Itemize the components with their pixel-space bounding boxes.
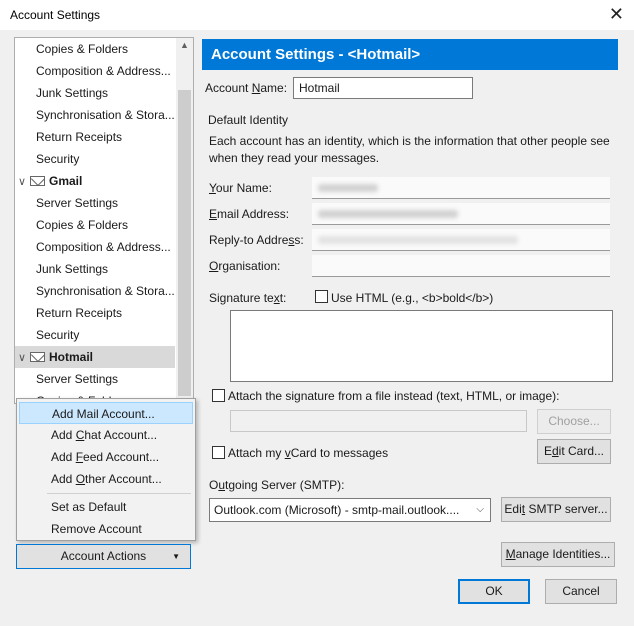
tree-item-label: Server Settings (36, 196, 119, 210)
default-identity-legend: Default Identity (208, 113, 289, 127)
tree-item[interactable]: Synchronisation & Stora... (15, 280, 175, 302)
account-actions-label: Account Actions (60, 549, 147, 563)
tree-item[interactable]: Return Receipts (15, 302, 175, 324)
menu-separator (47, 493, 191, 494)
organisation-label: Organisation: (209, 259, 281, 273)
tree-item[interactable]: Security (15, 148, 175, 170)
tree-item-label: Return Receipts (36, 130, 123, 144)
smtp-server-select[interactable]: Outlook.com (Microsoft) - smtp-mail.outl… (209, 498, 491, 522)
smtp-server-value: Outlook.com (Microsoft) - smtp-mail.outl… (214, 503, 460, 517)
tree-item-label: Gmail (49, 174, 83, 188)
chevron-down-icon[interactable]: ∨ (18, 347, 30, 368)
identity-description-line2: when they read your messages. (209, 151, 380, 165)
chevron-down-icon[interactable]: ∨ (18, 171, 30, 192)
tree-item[interactable]: Server Settings (15, 192, 175, 214)
tree-item-label: Hotmail (49, 350, 94, 364)
use-html-label: Use HTML (e.g., <b>bold</b>) (331, 291, 494, 305)
tree-item[interactable]: Junk Settings (15, 258, 175, 280)
scroll-up-icon[interactable]: ▲ (176, 40, 193, 50)
account-actions-button[interactable]: Account Actions ▼ (16, 544, 191, 569)
menu-set-as-default[interactable]: Set as Default (19, 496, 193, 518)
tree-item-label: Synchronisation & Stora... (36, 284, 175, 298)
organisation-input[interactable] (312, 255, 610, 277)
tree-item-label: Junk Settings (36, 262, 109, 276)
tree-item[interactable]: Composition & Address... (15, 236, 175, 258)
account-name-label: Account Name: (205, 81, 288, 95)
tree-item-label: Security (36, 328, 80, 342)
tree-scrollbar[interactable]: ▲ (176, 38, 193, 403)
close-icon[interactable]: ✕ (609, 4, 624, 25)
tree-item[interactable]: Return Receipts (15, 126, 175, 148)
ok-button[interactable]: OK (458, 579, 530, 604)
tree-item-label: Security (36, 152, 80, 166)
tree-item-label: Copies & Folders (36, 42, 129, 56)
account-tree: Copies & Folders Composition & Address...… (14, 37, 194, 404)
tree-item-label: Return Receipts (36, 306, 123, 320)
title-bar: Account Settings ✕ (0, 0, 634, 30)
edit-card-button[interactable]: Edit Card... (537, 439, 611, 464)
tree-account-gmail[interactable]: ∨ Gmail (15, 170, 175, 192)
use-html-checkbox[interactable] (315, 290, 328, 303)
tree-item-label: Synchronisation & Stora... (36, 108, 175, 122)
tree-item[interactable]: Copies & Folders (15, 38, 175, 60)
tree-item-label: Copies & Folders (36, 218, 129, 232)
outgoing-server-label: Outgoing Server (SMTP): (209, 478, 345, 492)
tree-item-label: Composition & Address... (36, 240, 171, 254)
menu-add-chat-account[interactable]: Add Chat Account... (19, 424, 193, 446)
reply-to-label: Reply-to Address: (209, 233, 304, 247)
chevron-down-icon: ▼ (172, 552, 180, 561)
tree-item-label: Junk Settings (36, 86, 109, 100)
edit-smtp-server-button[interactable]: Edit SMTP server... (501, 497, 611, 522)
your-name-input[interactable] (312, 177, 610, 199)
attach-signature-label: Attach the signature from a file instead… (228, 389, 560, 403)
email-address-label: Email Address: (209, 207, 290, 221)
signature-file-input (230, 410, 527, 432)
tree-item[interactable]: Security (15, 324, 175, 346)
chevron-down-icon: ⌵ (476, 504, 484, 515)
account-name-input[interactable]: Hotmail (293, 77, 473, 99)
page-title: Account Settings - <Hotmail> (202, 39, 618, 70)
account-settings-window: Account Settings ✕ Copies & Folders Compo… (0, 0, 634, 626)
attach-vcard-checkbox[interactable] (212, 446, 225, 459)
your-name-label: Your Name: (209, 181, 272, 195)
tree-item[interactable]: Server Settings (15, 368, 175, 390)
tree-item[interactable]: Synchronisation & Stora... (15, 104, 175, 126)
menu-add-feed-account[interactable]: Add Feed Account... (19, 446, 193, 468)
identity-description-line1: Each account has an identity, which is t… (209, 134, 610, 148)
tree-account-hotmail[interactable]: ∨ Hotmail (15, 346, 175, 368)
cancel-button[interactable]: Cancel (545, 579, 617, 604)
email-address-input[interactable] (312, 203, 610, 225)
reply-to-input[interactable] (312, 229, 610, 251)
signature-textarea[interactable] (230, 310, 613, 382)
attach-vcard-label: Attach my vCard to messages (228, 446, 389, 460)
scroll-thumb[interactable] (178, 90, 191, 396)
menu-add-mail-account[interactable]: Add Mail Account... (19, 402, 193, 424)
tree-item-label: Composition & Address... (36, 64, 171, 78)
tree-item-label: Server Settings (36, 372, 119, 386)
envelope-icon (30, 176, 45, 186)
window-title: Account Settings (10, 8, 101, 22)
envelope-icon (30, 352, 45, 362)
manage-identities-button[interactable]: Manage Identities... (501, 542, 615, 567)
menu-remove-account[interactable]: Remove Account (19, 518, 193, 540)
tree-item[interactable]: Composition & Address... (15, 60, 175, 82)
tree-item[interactable]: Junk Settings (15, 82, 175, 104)
account-actions-menu: Add Mail Account... Add Chat Account... … (16, 398, 196, 541)
choose-button: Choose... (537, 409, 611, 434)
menu-add-other-account[interactable]: Add Other Account... (19, 468, 193, 490)
attach-signature-checkbox[interactable] (212, 389, 225, 402)
tree-item[interactable]: Copies & Folders (15, 214, 175, 236)
signature-text-label: Signature text: (209, 291, 287, 305)
